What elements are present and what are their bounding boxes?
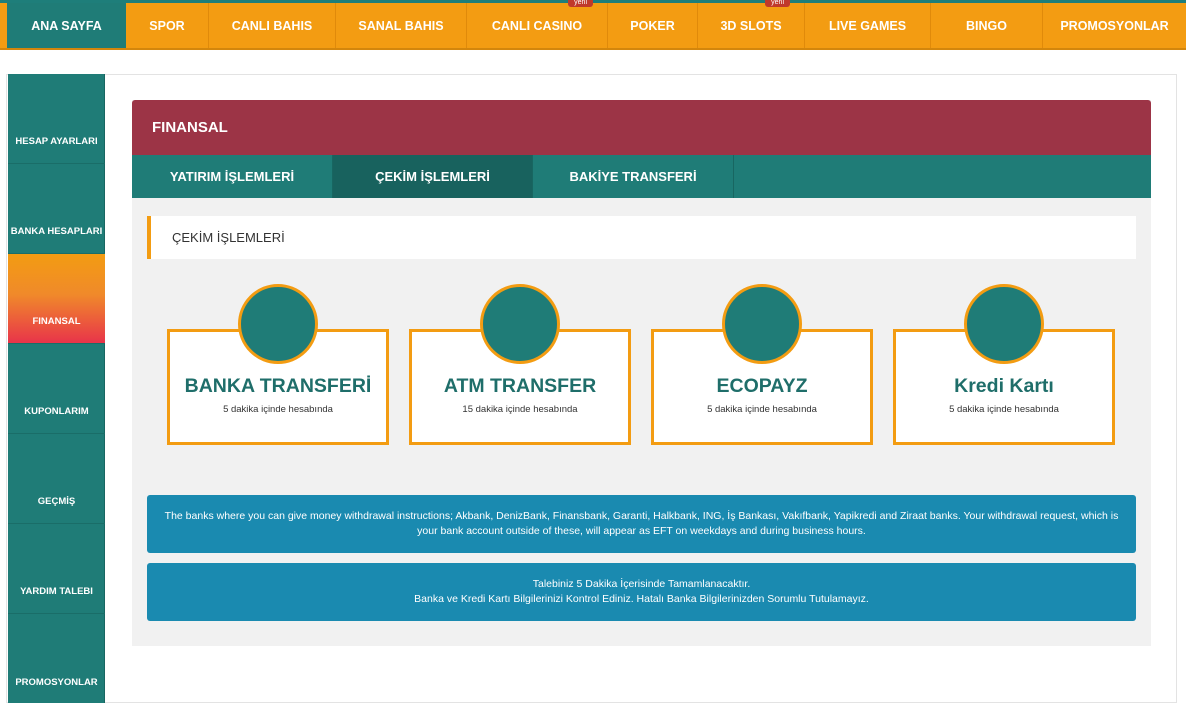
nav-spor[interactable]: SPOR xyxy=(126,3,209,48)
notice-line: Talebiniz 5 Dakika İçerisinde Tamamlanac… xyxy=(532,578,751,590)
method-subtitle: 5 dakika içinde hesabında xyxy=(949,404,1059,415)
tab-cekim-islemleri[interactable]: ÇEKİM İŞLEMLERİ xyxy=(333,155,533,198)
nav-label: CANLI CASINO xyxy=(491,18,583,33)
top-navigation: ANA SAYFA SPOR CANLI BAHIS SANAL BAHIS C… xyxy=(0,0,1186,50)
tab-label: BAKİYE TRANSFERİ xyxy=(569,169,697,184)
sidebar-item-label: HESAP AYARLARI xyxy=(15,136,98,147)
method-card-kredi-karti[interactable]: Kredi Kartı 5 dakika içinde hesabında xyxy=(893,284,1115,445)
nav-promosyonlar[interactable]: PROMOSYONLAR xyxy=(1043,3,1186,48)
nav-canli-bahis[interactable]: CANLI BAHIS xyxy=(209,3,336,48)
method-icon xyxy=(238,284,318,364)
notice-banks: The banks where you can give money withd… xyxy=(147,495,1136,553)
notice-line: Banka ve Kredi Kartı Bilgilerinizi Kontr… xyxy=(414,593,869,605)
sidebar-item-kuponlarim[interactable]: KUPONLARIM xyxy=(8,344,105,434)
nav-label: CANLI BAHIS xyxy=(231,18,313,33)
account-sidebar: HESAP AYARLARI BANKA HESAPLARI FINANSAL … xyxy=(8,74,105,703)
sidebar-item-gecmis[interactable]: GEÇMİŞ xyxy=(8,434,105,524)
sidebar-item-finansal[interactable]: FINANSAL xyxy=(8,254,105,344)
sidebar-item-yardim-talebi[interactable]: YARDIM TALEBI xyxy=(8,524,105,614)
sidebar-item-banka-hesaplari[interactable]: BANKA HESAPLARI xyxy=(8,164,105,254)
sidebar-item-label: GEÇMİŞ xyxy=(37,496,76,507)
method-card-banka-transferi[interactable]: BANKA TRANSFERİ 5 dakika içinde hesabınd… xyxy=(167,284,389,445)
method-title: Kredi Kartı xyxy=(954,375,1054,397)
nav-label: LIVE GAMES xyxy=(828,18,907,33)
notice-processing-time: Talebiniz 5 Dakika İçerisinde Tamamlanac… xyxy=(147,563,1136,621)
method-subtitle: 15 dakika içinde hesabında xyxy=(462,404,578,415)
page-title: FINANSAL xyxy=(132,100,1151,155)
sidebar-item-label: PROMOSYONLAR xyxy=(15,677,98,688)
tab-yatirim-islemleri[interactable]: YATIRIM İŞLEMLERİ xyxy=(132,155,333,198)
new-badge: yeni xyxy=(568,0,593,7)
method-subtitle: 5 dakika içinde hesabında xyxy=(707,404,817,415)
nav-label: BINGO xyxy=(966,18,1007,33)
nav-label: PROMOSYONLAR xyxy=(1060,18,1169,33)
sidebar-item-label: BANKA HESAPLARI xyxy=(10,226,103,237)
sidebar-item-hesap-ayarlari[interactable]: HESAP AYARLARI xyxy=(8,74,105,164)
sidebar-item-label: KUPONLARIM xyxy=(24,406,89,417)
tab-label: YATIRIM İŞLEMLERİ xyxy=(169,169,295,184)
method-subtitle: 5 dakika içinde hesabında xyxy=(223,404,333,415)
sidebar-item-label: FINANSAL xyxy=(32,316,81,327)
method-title: ATM TRANSFER xyxy=(443,375,597,397)
nav-canli-casino[interactable]: CANLI CASINO yeni xyxy=(467,0,608,48)
method-icon xyxy=(722,284,802,364)
method-icon xyxy=(964,284,1044,364)
finance-tabs: YATIRIM İŞLEMLERİ ÇEKİM İŞLEMLERİ BAKİYE… xyxy=(132,155,1151,198)
nav-label: 3D SLOTS xyxy=(720,18,782,33)
nav-home[interactable]: ANA SAYFA xyxy=(7,3,126,48)
sidebar-item-promosyonlar[interactable]: PROMOSYONLAR xyxy=(8,614,105,704)
section-title: ÇEKİM İŞLEMLERİ xyxy=(147,216,1136,259)
method-title: BANKA TRANSFERİ xyxy=(184,375,372,397)
method-card-ecopayz[interactable]: ECOPAYZ 5 dakika içinde hesabında xyxy=(651,284,873,445)
method-icon xyxy=(480,284,560,364)
nav-label: SANAL BAHIS xyxy=(358,18,444,33)
nav-live-games[interactable]: LIVE GAMES xyxy=(805,3,931,48)
tab-bakiye-transferi[interactable]: BAKİYE TRANSFERİ xyxy=(533,155,734,198)
finance-panel: FINANSAL YATIRIM İŞLEMLERİ ÇEKİM İŞLEMLE… xyxy=(132,100,1151,646)
nav-label: ANA SAYFA xyxy=(31,18,102,33)
nav-label: POKER xyxy=(630,18,675,33)
method-title: ECOPAYZ xyxy=(716,375,808,397)
sidebar-item-label: YARDIM TALEBI xyxy=(20,586,93,597)
nav-label: SPOR xyxy=(149,18,185,33)
notice-banks-text: The banks where you can give money withd… xyxy=(164,510,1119,537)
nav-poker[interactable]: POKER xyxy=(608,3,698,48)
nav-bingo[interactable]: BINGO xyxy=(931,3,1043,48)
method-card-atm-transfer[interactable]: ATM TRANSFER 15 dakika içinde hesabında xyxy=(409,284,631,445)
nav-sanal-bahis[interactable]: SANAL BAHIS xyxy=(336,3,467,48)
new-badge: yeni xyxy=(765,0,790,7)
tab-label: ÇEKİM İŞLEMLERİ xyxy=(375,169,490,184)
nav-3d-slots[interactable]: 3D SLOTS yeni xyxy=(698,0,805,48)
